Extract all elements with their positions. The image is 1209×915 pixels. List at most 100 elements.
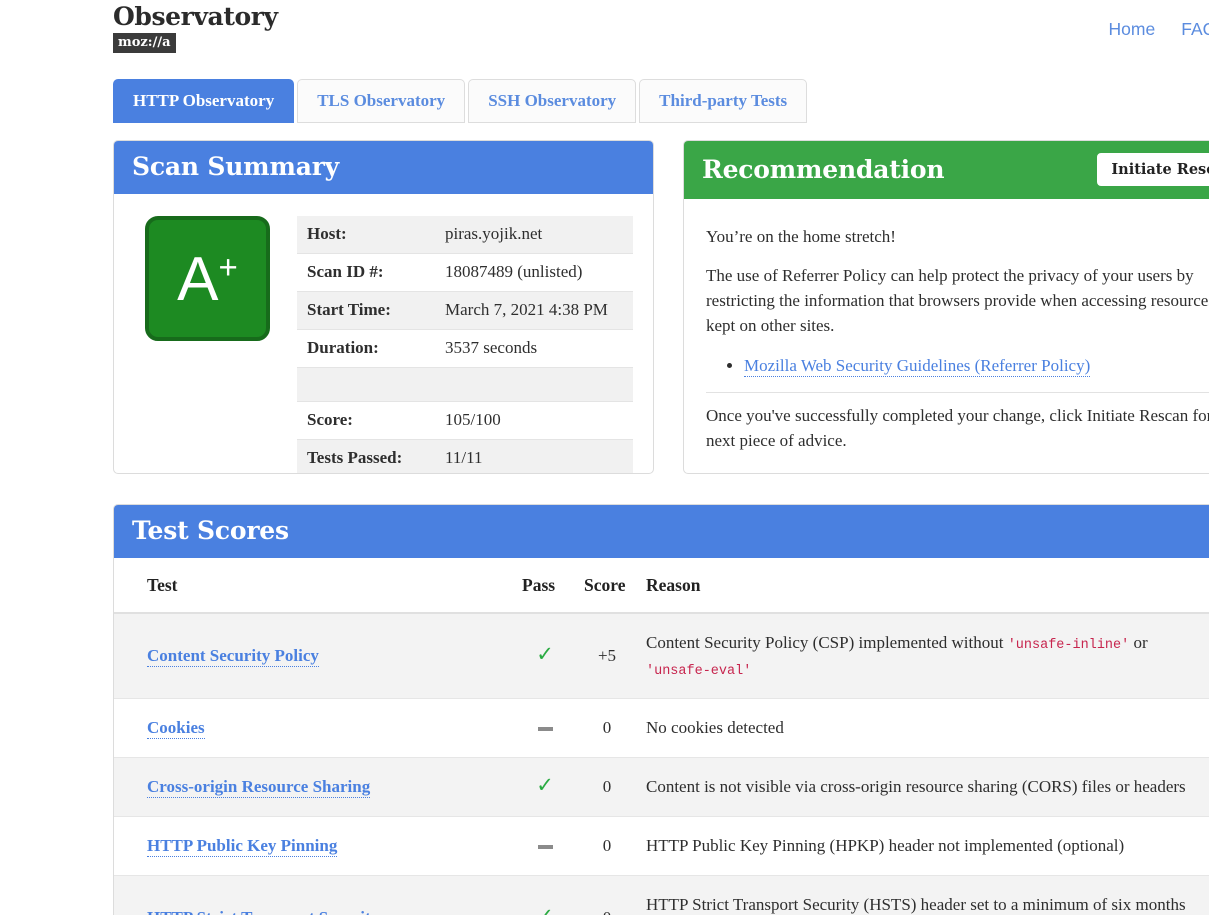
- test-scores-header: Test Scores: [114, 505, 1209, 558]
- page-root: Observatory moz://a Home FAQ Statistics …: [0, 0, 1209, 915]
- table-row-empty: [297, 367, 633, 401]
- recommendation-panel: Recommendation Initiate Rescan You’re on…: [683, 140, 1209, 474]
- recommendation-headline: You’re on the home stretch!: [706, 224, 1209, 249]
- summary-value-scan-id: 18087489 (unlisted): [435, 253, 633, 291]
- recommendation-header: Recommendation Initiate Rescan: [684, 141, 1209, 199]
- summary-key-start-time: Start Time:: [297, 291, 435, 329]
- tab-third-party-tests[interactable]: Third-party Tests: [639, 79, 807, 123]
- scan-summary-panel: Scan Summary A+ Host: piras.yojik.net Sc…: [113, 140, 654, 474]
- grade-badge: A+: [145, 216, 270, 341]
- panels-row: Scan Summary A+ Host: piras.yojik.net Sc…: [113, 140, 1209, 474]
- table-row: Host: piras.yojik.net: [297, 216, 633, 254]
- score-cell: 0: [576, 699, 638, 758]
- observatory-tabs: HTTP Observatory TLS Observatory SSH Obs…: [113, 79, 810, 123]
- recommendation-divider: [706, 392, 1209, 393]
- summary-value-empty: [435, 367, 633, 401]
- table-row: Content Security Policy ✓ +5 Content Sec…: [114, 613, 1209, 699]
- reason-cell: Content is not visible via cross-origin …: [638, 758, 1209, 817]
- grade-letter: A: [177, 245, 218, 314]
- column-header-pass: Pass: [514, 558, 576, 613]
- summary-value-tests-passed: 11/11: [435, 439, 633, 474]
- site-header: Observatory moz://a Home FAQ Statistics …: [0, 0, 1209, 72]
- initiate-rescan-button[interactable]: Initiate Rescan: [1097, 153, 1209, 186]
- test-link-cross-origin-resource-sharing[interactable]: Cross-origin Resource Sharing: [147, 777, 370, 798]
- pass-cell: ✓: [514, 758, 576, 817]
- tab-tls-observatory[interactable]: TLS Observatory: [297, 79, 465, 123]
- main-nav: Home FAQ Statistics About: [1109, 19, 1209, 40]
- check-icon: ✓: [536, 904, 554, 915]
- column-header-reason: Reason: [638, 558, 1209, 613]
- table-row: Duration: 3537 seconds: [297, 329, 633, 367]
- tab-http-observatory[interactable]: HTTP Observatory: [113, 79, 294, 123]
- reason-cell: No cookies detected: [638, 699, 1209, 758]
- test-name-cell: HTTP Public Key Pinning: [114, 817, 514, 876]
- table-row: Cross-origin Resource Sharing ✓ 0 Conten…: [114, 758, 1209, 817]
- column-header-score: Score: [576, 558, 638, 613]
- grade-text: A+: [177, 249, 238, 311]
- score-cell: +5: [576, 613, 638, 699]
- scan-summary-title: Scan Summary: [132, 153, 339, 181]
- reason-cell: Content Security Policy (CSP) implemente…: [638, 613, 1209, 699]
- mozilla-badge: moz://a: [113, 33, 176, 53]
- reason-cell: HTTP Strict Transport Security (HSTS) he…: [638, 876, 1209, 915]
- recommendation-guideline-link[interactable]: Mozilla Web Security Guidelines (Referre…: [744, 356, 1090, 377]
- check-icon: ✓: [536, 773, 554, 797]
- summary-value-host: piras.yojik.net: [435, 216, 633, 254]
- grade-modifier: +: [219, 248, 238, 285]
- score-cell: 0: [576, 817, 638, 876]
- table-row: Tests Passed: 11/11: [297, 439, 633, 474]
- test-name-cell: HTTP Strict Transport Security: [114, 876, 514, 915]
- recommendation-body: You’re on the home stretch! The use of R…: [684, 199, 1209, 474]
- reason-text-mid: or: [1129, 633, 1147, 652]
- summary-key-score: Score:: [297, 401, 435, 439]
- summary-key-tests-passed: Tests Passed:: [297, 439, 435, 474]
- recommendation-links: Mozilla Web Security Guidelines (Referre…: [706, 353, 1209, 378]
- test-link-http-strict-transport-security[interactable]: HTTP Strict Transport Security: [147, 908, 379, 915]
- table-row: HTTP Public Key Pinning 0 HTTP Public Ke…: [114, 817, 1209, 876]
- recommendation-text: The use of Referrer Policy can help prot…: [706, 263, 1209, 338]
- pass-cell: ✓: [514, 613, 576, 699]
- brand-title: Observatory: [113, 4, 278, 31]
- scan-summary-header: Scan Summary: [114, 141, 653, 194]
- scan-summary-body: A+ Host: piras.yojik.net Scan ID #: 1808…: [114, 194, 653, 475]
- list-item: Mozilla Web Security Guidelines (Referre…: [744, 353, 1209, 378]
- table-row: Start Time: March 7, 2021 4:38 PM: [297, 291, 633, 329]
- summary-value-start-time: March 7, 2021 4:38 PM: [435, 291, 633, 329]
- brand-logo[interactable]: Observatory moz://a: [113, 4, 278, 53]
- reason-text: Content Security Policy (CSP) implemente…: [646, 633, 1008, 652]
- pass-cell: [514, 817, 576, 876]
- pass-cell: [514, 699, 576, 758]
- reason-cell: HTTP Public Key Pinning (HPKP) header no…: [638, 817, 1209, 876]
- recommendation-footer: Once you've successfully completed your …: [706, 403, 1209, 453]
- table-header-row: Test Pass Score Reason Info: [114, 558, 1209, 613]
- table-row: Score: 105/100: [297, 401, 633, 439]
- nav-item-faq[interactable]: FAQ: [1181, 19, 1209, 39]
- table-row: Scan ID #: 18087489 (unlisted): [297, 253, 633, 291]
- test-name-cell: Cross-origin Resource Sharing: [114, 758, 514, 817]
- check-icon: ✓: [536, 642, 554, 666]
- score-cell: 0: [576, 876, 638, 915]
- table-row: Cookies 0 No cookies detected i: [114, 699, 1209, 758]
- tab-ssh-observatory[interactable]: SSH Observatory: [468, 79, 636, 123]
- dash-icon: [538, 845, 553, 849]
- summary-key-empty: [297, 367, 435, 401]
- test-link-http-public-key-pinning[interactable]: HTTP Public Key Pinning: [147, 836, 337, 857]
- dash-icon: [538, 727, 553, 731]
- score-cell: 0: [576, 758, 638, 817]
- test-scores-title: Test Scores: [132, 517, 289, 545]
- scan-summary-table: Host: piras.yojik.net Scan ID #: 1808748…: [297, 216, 633, 475]
- nav-item-home[interactable]: Home: [1109, 19, 1156, 39]
- reason-code: 'unsafe-inline': [1008, 638, 1130, 653]
- summary-key-host: Host:: [297, 216, 435, 254]
- summary-value-score: 105/100: [435, 401, 633, 439]
- summary-key-duration: Duration:: [297, 329, 435, 367]
- test-scores-panel: Test Scores Test Pass Score Reason Info …: [113, 504, 1209, 915]
- test-link-cookies[interactable]: Cookies: [147, 718, 205, 739]
- table-row: HTTP Strict Transport Security ✓ 0 HTTP …: [114, 876, 1209, 915]
- test-name-cell: Content Security Policy: [114, 613, 514, 699]
- test-link-content-security-policy[interactable]: Content Security Policy: [147, 646, 319, 667]
- summary-value-duration: 3537 seconds: [435, 329, 633, 367]
- test-scores-table: Test Pass Score Reason Info Content Secu…: [114, 558, 1209, 915]
- reason-code-2: 'unsafe-eval': [646, 664, 751, 679]
- recommendation-title: Recommendation: [702, 156, 944, 184]
